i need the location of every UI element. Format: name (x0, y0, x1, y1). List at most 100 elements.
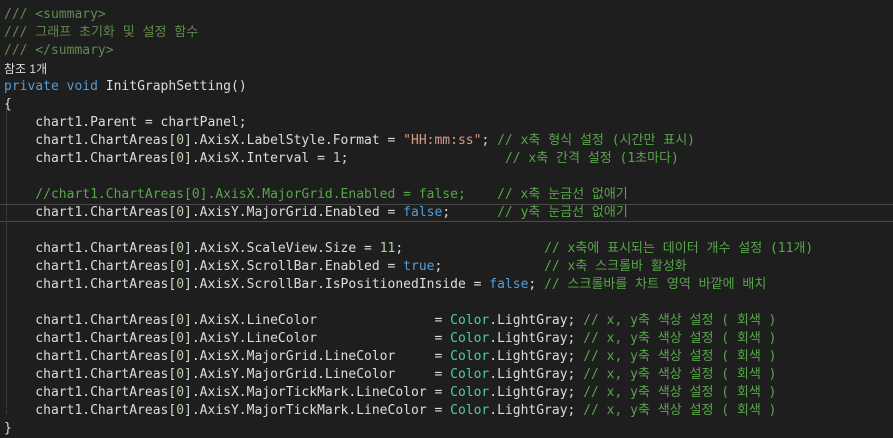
code-token-plain: chart1.ChartAreas[ (4, 349, 177, 364)
codelens-references[interactable]: 참조 1개 (0, 60, 893, 78)
code-token-num: 0 (176, 151, 185, 166)
code-token-type: Color (450, 331, 490, 346)
code-line: } (0, 420, 893, 438)
code-token-plain: chart1.ChartAreas[ (4, 385, 177, 400)
code-token-plain: ].AxisX.Interval = (184, 151, 333, 166)
code-token-num: 0 (176, 133, 185, 148)
code-token-plain: ; (442, 205, 498, 220)
code-token-num: 0 (176, 385, 185, 400)
code-token-plain: .LightGray; (489, 385, 584, 400)
code-token-plain: chart1.ChartAreas[ (4, 331, 177, 346)
code-token-plain: chart1.ChartAreas[ (4, 151, 177, 166)
code-line: chart1.ChartAreas[0].AxisX.LineColor = C… (0, 312, 893, 330)
code-line: chart1.ChartAreas[0].AxisY.MajorGrid.Lin… (0, 366, 893, 384)
code-editor[interactable]: /// <summary> /// 그래프 초기화 및 설정 함수 /// </su… (0, 0, 893, 437)
code-token-type: Color (450, 385, 490, 400)
code-line: /// 그래프 초기화 및 설정 함수 (0, 24, 893, 42)
code-token-plain: chart1.ChartAreas[ (4, 259, 177, 274)
code-token-plain: ].AxisX.MajorGrid.LineColor = (184, 349, 451, 364)
code-line: chart1.ChartAreas[0].AxisX.MajorGrid.Lin… (0, 348, 893, 366)
code-token-plain: ; (528, 277, 545, 292)
code-line: chart1.ChartAreas[0].AxisX.LabelStyle.Fo… (0, 132, 893, 150)
code-token-doc: /// </summary> (4, 43, 114, 58)
code-token-plain: .LightGray; (489, 367, 584, 382)
code-token-doc: /// 그래프 초기화 및 설정 함수 (4, 25, 199, 40)
code-token-plain: ].AxisX.LineColor = (184, 313, 451, 328)
code-token-num: 0 (176, 259, 185, 274)
code-token-plain: ; (481, 133, 498, 148)
code-token-plain: .LightGray; (489, 403, 584, 418)
code-token-plain: chart1.ChartAreas[ (4, 367, 177, 382)
code-token-plain: .LightGray; (489, 331, 584, 346)
code-token-plain: chart1.ChartAreas[ (4, 241, 177, 256)
code-token-comment: // 스크롤바를 차트 영역 바깥에 배치 (544, 277, 767, 292)
code-token-comment: // x, y축 색상 설정 ( 회색 ) (583, 385, 777, 400)
code-token-comment: // x축 스크롤바 활성화 (544, 259, 687, 274)
code-token-plain: chart1.Parent = chartPanel; (4, 115, 247, 130)
code-token-doc: /// <summary> (4, 7, 106, 22)
code-token-plain: ; (434, 259, 545, 274)
code-token-comment: // x, y축 색상 설정 ( 회색 ) (583, 403, 777, 418)
code-line: chart1.Parent = chartPanel; (0, 114, 893, 132)
code-line: //chart1.ChartAreas[0].AxisX.MajorGrid.E… (0, 186, 893, 204)
code-line: /// </summary> (0, 42, 893, 60)
code-token-plain: .LightGray; (489, 349, 584, 364)
code-line: /// <summary> (0, 6, 893, 24)
code-token-plain: ; (395, 241, 545, 256)
code-token-kw: void (66, 79, 98, 94)
code-token-plain: ].AxisY.MajorGrid.Enabled = (184, 205, 404, 220)
code-token-num: 0 (176, 277, 185, 292)
current-code-line: chart1.ChartAreas[0].AxisY.MajorGrid.Ena… (0, 204, 893, 222)
code-token-brace: } (4, 421, 12, 436)
code-token-plain: ].AxisY.MajorGrid.LineColor = (184, 367, 451, 382)
code-token-plain: 참조 1개 (4, 62, 48, 76)
code-token-plain: ].AxisX.MajorTickMark.LineColor = (184, 385, 451, 400)
code-token-kw: false (403, 205, 443, 220)
code-token-plain: ].AxisX.LabelStyle.Format = (184, 133, 404, 148)
code-line: chart1.ChartAreas[0].AxisY.LineColor = C… (0, 330, 893, 348)
code-token-type: Color (450, 313, 490, 328)
code-token-num: 1 (332, 151, 341, 166)
code-token-type: Color (450, 349, 490, 364)
code-token-brace: { (4, 97, 12, 112)
code-token-plain: chart1.ChartAreas[ (4, 205, 177, 220)
code-token-plain: chart1.ChartAreas[ (4, 403, 177, 418)
code-token-comment: // x, y축 색상 설정 ( 회색 ) (583, 331, 777, 346)
code-token-plain: .LightGray; (489, 313, 584, 328)
code-line: chart1.ChartAreas[0].AxisX.ScrollBar.Ena… (0, 258, 893, 276)
code-token-comment: // x, y축 색상 설정 ( 회색 ) (583, 367, 777, 382)
code-token-comment: // x축에 표시되는 데이터 개수 설정 (11개) (544, 241, 814, 256)
code-token-comment: // x, y축 색상 설정 ( 회색 ) (583, 313, 777, 328)
code-token-num: 0 (176, 349, 185, 364)
code-token-type: Color (450, 367, 490, 382)
code-token-num: 0 (176, 403, 185, 418)
code-line: chart1.ChartAreas[0].AxisX.ScrollBar.IsP… (0, 276, 893, 294)
code-line: chart1.ChartAreas[0].AxisX.Interval = 1;… (0, 150, 893, 168)
code-token-comment: // y축 눈금선 없애기 (497, 205, 628, 220)
code-token-str: "HH:mm:ss" (403, 133, 482, 148)
code-token-kw: private (4, 79, 59, 94)
code-token-plain: ].AxisX.ScrollBar.Enabled = (184, 259, 404, 274)
code-token-plain: InitGraphSetting() (97, 79, 247, 94)
code-token-kw: true (403, 259, 435, 274)
code-line: chart1.ChartAreas[0].AxisX.MajorTickMark… (0, 384, 893, 402)
code-token-num: 0 (176, 205, 185, 220)
code-token-num: 0 (176, 313, 185, 328)
code-line: chart1.ChartAreas[0].AxisY.MajorTickMark… (0, 402, 893, 420)
code-token-type: Color (450, 403, 490, 418)
code-token-comment: // x축 간격 설정 (1초마다) (504, 151, 679, 166)
code-token-num: 0 (176, 367, 185, 382)
code-token-comment: // x, y축 색상 설정 ( 회색 ) (583, 349, 777, 364)
code-token-num: 0 (176, 241, 185, 256)
code-token-plain: chart1.ChartAreas[ (4, 133, 177, 148)
code-token-plain: ].AxisX.ScaleView.Size = (184, 241, 380, 256)
code-token-plain: chart1.ChartAreas[ (4, 313, 177, 328)
code-token-num: 0 (176, 331, 185, 346)
code-token-comment: //chart1.ChartAreas[0].AxisX.MajorGrid.E… (4, 187, 628, 202)
code-line: { (0, 96, 893, 114)
code-token-kw: false (489, 277, 529, 292)
code-token-comment: // x축 형식 설정 (시간만 표시) (497, 133, 695, 148)
code-token-num: 11 (379, 241, 396, 256)
